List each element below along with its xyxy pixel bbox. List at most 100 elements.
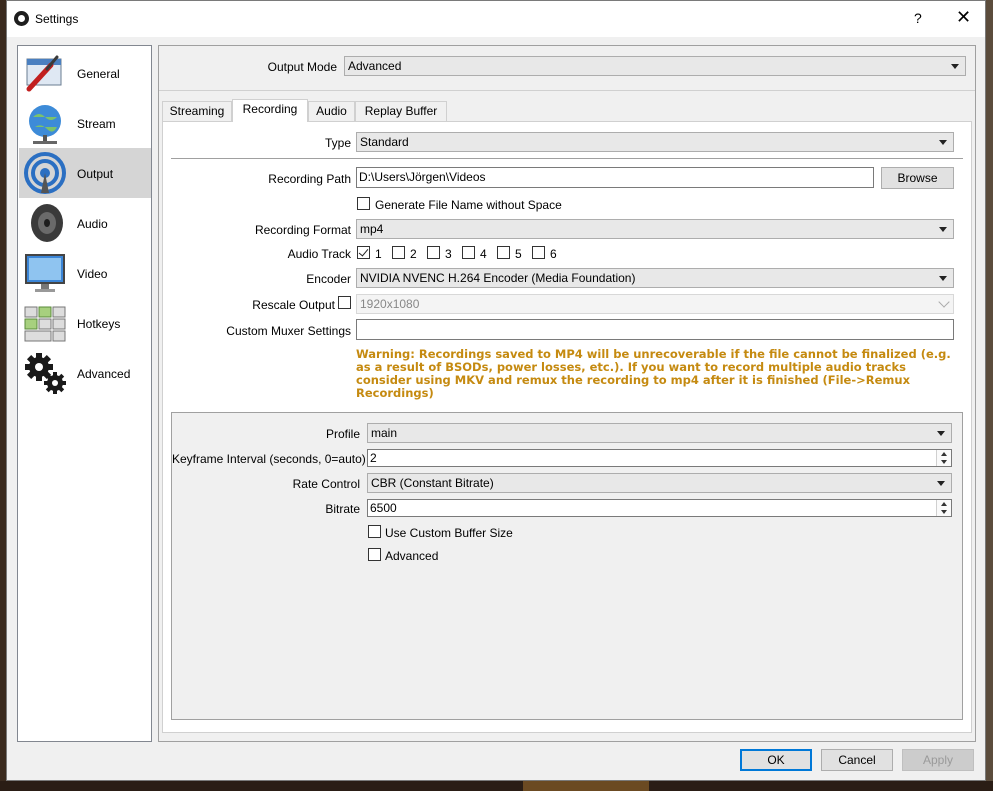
cancel-button[interactable]: Cancel	[821, 749, 893, 771]
audio-track-label: Audio Track	[287, 247, 351, 261]
rescale-resolution-select[interactable]: 1920x1080	[356, 294, 954, 314]
general-icon	[26, 55, 62, 92]
output-icon	[24, 152, 66, 194]
hotkeys-icon	[24, 306, 66, 342]
encoder-advanced-label: Advanced	[385, 549, 439, 563]
spinner-icon[interactable]	[936, 500, 951, 516]
encoder-value: NVIDIA NVENC H.264 Encoder (Media Founda…	[360, 271, 636, 285]
sidebar-item-audio[interactable]: Audio	[19, 198, 151, 248]
no-space-label: Generate File Name without Space	[375, 198, 562, 212]
tab-recording[interactable]: Recording	[232, 99, 308, 122]
type-label: Type	[324, 136, 351, 150]
audio-track-3-label: 3	[445, 247, 452, 261]
spinner-icon[interactable]	[936, 450, 951, 466]
audio-track-1-label: 1	[375, 247, 382, 261]
chevron-down-icon	[939, 140, 947, 145]
sidebar-label-stream: Stream	[77, 117, 116, 131]
encoder-advanced-checkbox[interactable]	[368, 548, 381, 561]
output-mode-label: Output Mode	[267, 60, 337, 74]
type-divider	[171, 158, 963, 159]
type-value: Standard	[360, 135, 409, 149]
sidebar-item-general[interactable]: General	[19, 48, 151, 98]
encoder-select[interactable]: NVIDIA NVENC H.264 Encoder (Media Founda…	[356, 268, 954, 288]
tab-audio[interactable]: Audio	[308, 101, 355, 121]
audio-track-1-checkbox[interactable]	[357, 246, 370, 259]
tab-replay-buffer[interactable]: Replay Buffer	[355, 101, 447, 121]
settings-sidebar: General Stream Output Audio Video Hotkey…	[17, 45, 152, 742]
title-bar: Settings ? ✕	[7, 1, 985, 37]
no-space-checkbox[interactable]	[357, 197, 370, 210]
output-mode-select[interactable]: Advanced	[344, 56, 966, 76]
sidebar-label-general: General	[77, 67, 120, 81]
mode-divider	[159, 90, 975, 91]
advanced-icon	[25, 353, 66, 394]
desktop-background-right	[986, 0, 993, 791]
chevron-down-icon	[937, 431, 945, 436]
sidebar-label-video: Video	[77, 267, 108, 281]
video-icon	[25, 254, 65, 292]
recording-path-label: Recording Path	[268, 172, 351, 186]
tab-streaming[interactable]: Streaming	[162, 101, 232, 121]
rescale-output-checkbox[interactable]	[338, 296, 351, 309]
sidebar-item-stream[interactable]: Stream	[19, 98, 151, 148]
sidebar-label-output: Output	[77, 167, 114, 181]
close-button[interactable]: ✕	[956, 7, 971, 28]
audio-track-4-label: 4	[480, 247, 487, 261]
rescale-output-label: Rescale Output	[252, 298, 335, 312]
bitrate-label: Bitrate	[325, 502, 360, 516]
audio-track-3-checkbox[interactable]	[427, 246, 440, 259]
settings-window: Settings ? ✕ General Stream Output Audio…	[6, 0, 986, 781]
audio-track-2-checkbox[interactable]	[392, 246, 405, 259]
rate-control-select[interactable]: CBR (Constant Bitrate)	[367, 473, 952, 493]
ok-button[interactable]: OK	[740, 749, 812, 771]
audio-track-5-label: 5	[515, 247, 522, 261]
chevron-down-icon	[951, 64, 959, 69]
browse-button[interactable]: Browse	[881, 167, 954, 189]
keyframe-interval-value: 2	[370, 451, 377, 465]
sidebar-label-advanced: Advanced	[77, 367, 131, 381]
bitrate-input[interactable]: 6500	[367, 499, 952, 517]
audio-icon	[31, 204, 63, 242]
keyframe-interval-label: Keyframe Interval (seconds, 0=auto)	[172, 452, 366, 466]
rate-control-label: Rate Control	[292, 477, 360, 491]
desktop-album-art	[523, 781, 649, 791]
chevron-down-icon	[939, 227, 947, 232]
custom-buffer-checkbox[interactable]	[368, 525, 381, 538]
audio-track-4-checkbox[interactable]	[462, 246, 475, 259]
profile-label: Profile	[325, 427, 360, 441]
sidebar-label-audio: Audio	[77, 217, 108, 231]
sidebar-label-hotkeys: Hotkeys	[77, 317, 121, 331]
sidebar-item-video[interactable]: Video	[19, 248, 151, 298]
custom-muxer-label: Custom Muxer Settings	[226, 324, 351, 338]
sidebar-item-advanced[interactable]: Advanced	[19, 348, 151, 398]
desktop-background-bottom	[0, 781, 993, 791]
type-select[interactable]: Standard	[356, 132, 954, 152]
apply-button[interactable]: Apply	[902, 749, 974, 771]
chevron-down-icon	[939, 276, 947, 281]
chevron-down-icon	[938, 296, 950, 308]
recording-format-label: Recording Format	[254, 223, 351, 237]
profile-select[interactable]: main	[367, 423, 952, 443]
recording-path-input[interactable]: D:\Users\Jörgen\Videos	[356, 167, 874, 188]
bitrate-value: 6500	[370, 501, 397, 515]
mp4-warning-text: Warning: Recordings saved to MP4 will be…	[356, 347, 951, 400]
keyframe-interval-input[interactable]: 2	[367, 449, 952, 467]
output-mode-value: Advanced	[348, 59, 402, 73]
rate-control-value: CBR (Constant Bitrate)	[371, 476, 494, 490]
custom-muxer-input[interactable]	[356, 319, 954, 340]
recording-format-select[interactable]: mp4	[356, 219, 954, 239]
obs-logo-icon	[14, 11, 29, 26]
help-button[interactable]: ?	[914, 10, 922, 26]
chevron-down-icon	[937, 481, 945, 486]
recording-format-value: mp4	[360, 222, 384, 236]
audio-track-6-checkbox[interactable]	[532, 246, 545, 259]
audio-track-5-checkbox[interactable]	[497, 246, 510, 259]
audio-track-6-label: 6	[550, 247, 557, 261]
output-settings-panel: Output Mode Advanced Streaming Recording…	[158, 45, 976, 742]
custom-buffer-label: Use Custom Buffer Size	[385, 526, 513, 540]
sidebar-item-hotkeys[interactable]: Hotkeys	[19, 298, 151, 348]
audio-track-2-label: 2	[410, 247, 417, 261]
window-title: Settings	[35, 12, 79, 26]
sidebar-item-output[interactable]: Output	[19, 148, 151, 198]
stream-icon	[29, 105, 61, 144]
